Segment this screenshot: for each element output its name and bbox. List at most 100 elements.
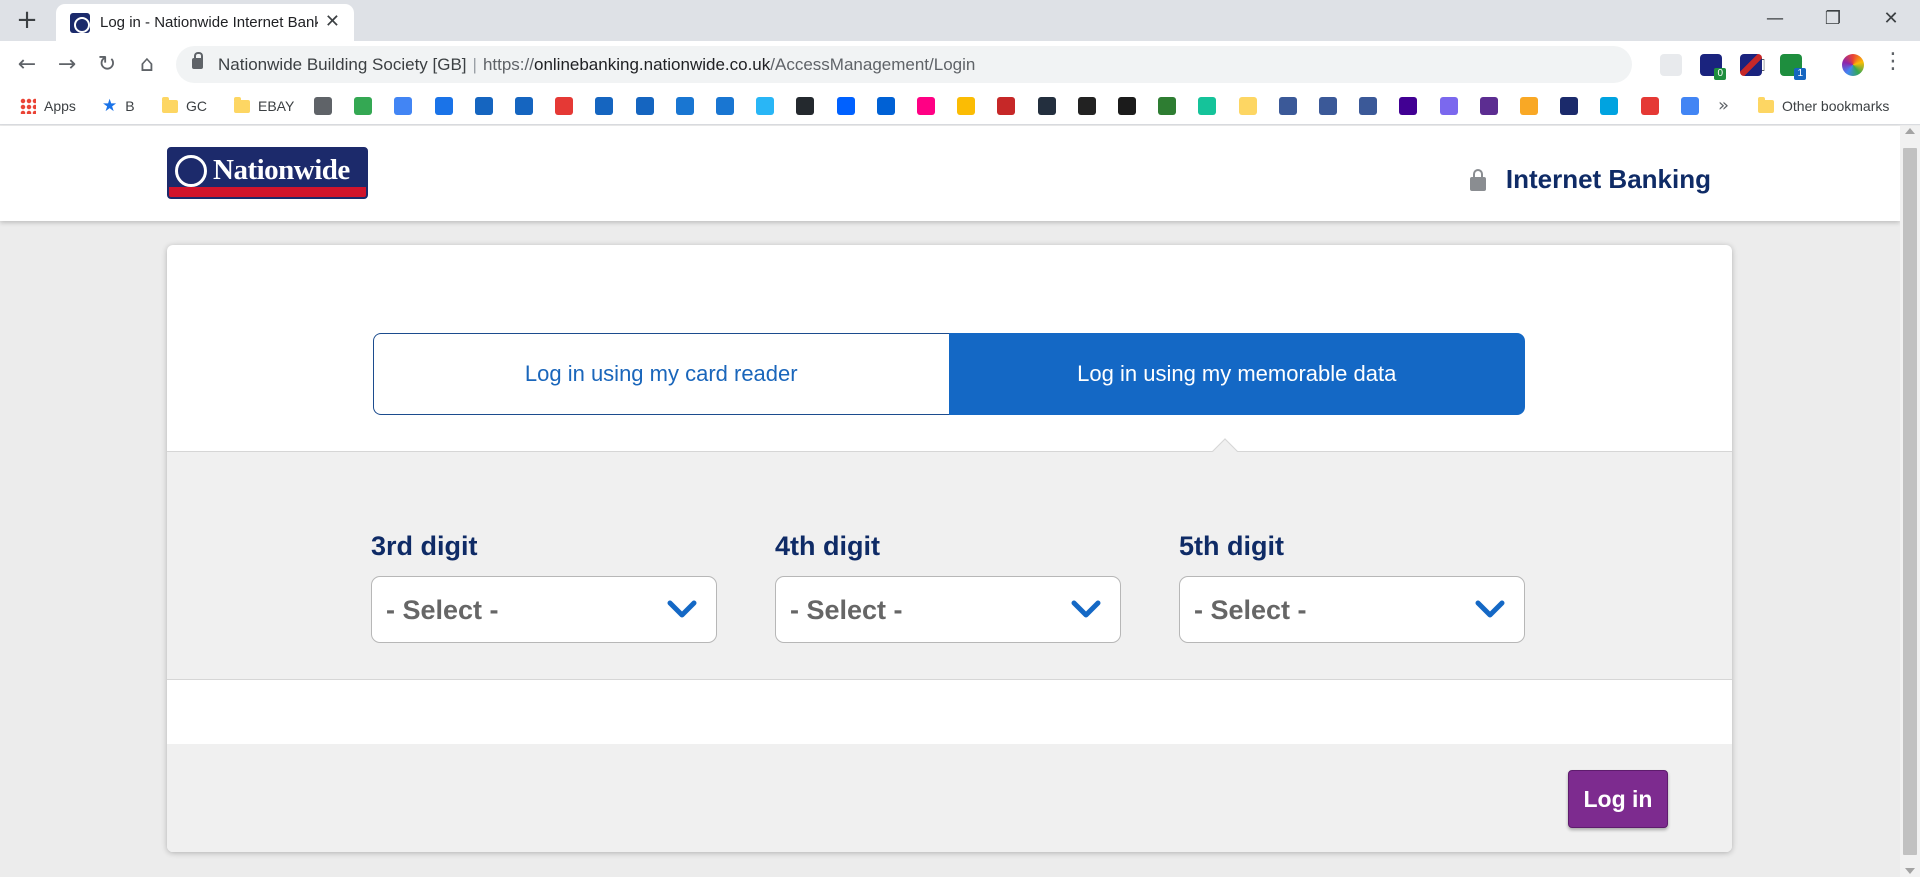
uk-flag-icon[interactable]: [1740, 54, 1762, 76]
bookmark-label: EBAY: [258, 98, 295, 114]
bookmark-favicon-icon[interactable]: [1479, 97, 1498, 115]
close-window-button[interactable]: ✕: [1868, 4, 1914, 34]
bookmark-favicon-icon[interactable]: [716, 97, 734, 115]
login-card: Log in using my card reader Log in using…: [167, 245, 1732, 852]
bookmark-favicon-icon[interactable]: [1680, 97, 1699, 115]
address-bar[interactable]: Nationwide Building Society [GB] | https:/…: [176, 46, 1804, 83]
bookmark-favicon-icon[interactable]: [595, 97, 614, 115]
bookmark-favicon-icon[interactable]: [314, 97, 332, 115]
bookmark-favicon-icon[interactable]: [434, 97, 453, 115]
bookmark-apps[interactable]: Apps: [20, 96, 76, 116]
chevron-down-icon: [1475, 600, 1505, 618]
bookmark-favicon-icon[interactable]: [394, 97, 413, 115]
url-path: /AccessManagement/Login: [770, 55, 976, 74]
scroll-up-arrow-icon[interactable]: [1905, 128, 1915, 134]
page-scrollbar[interactable]: [1900, 126, 1920, 877]
bookmark-favicon-icon[interactable]: [635, 97, 654, 115]
bookmark-favicon-icon[interactable]: [836, 97, 855, 115]
site-identity: Nationwide Building Society [GB]: [218, 55, 467, 74]
bookmark-favicon-icon[interactable]: [1600, 97, 1619, 115]
tab-strip: + Log in - Nationwide Internet Banking ✕…: [0, 0, 1920, 41]
bookmark-favicon-icon[interactable]: [957, 97, 976, 115]
fourth-digit-select[interactable]: - Select -: [775, 576, 1121, 643]
bookmark-folder-ebay[interactable]: EBAY: [234, 96, 294, 116]
bookmark-favicon-icon[interactable]: [756, 97, 775, 115]
bookmark-favicon-icon[interactable]: [997, 97, 1016, 115]
bookmark-favicon-icon[interactable]: [555, 97, 574, 115]
bookmark-favicon-icon[interactable]: [1198, 97, 1217, 115]
address-separator: |: [472, 55, 477, 74]
bookmark-favicon-icon[interactable]: [1319, 97, 1337, 115]
extension-flag-icon[interactable]: 0: [1700, 54, 1726, 80]
nationwide-logo[interactable]: Nationwide: [167, 147, 368, 199]
bookmark-favicon-icon[interactable]: [1238, 97, 1257, 115]
bookmark-favicon-icon[interactable]: [917, 97, 935, 115]
bookmark-favicon-icon[interactable]: [1278, 97, 1297, 115]
tab-pointer: [1212, 438, 1238, 464]
login-method-toggle: Log in using my card reader Log in using…: [373, 333, 1525, 415]
bookmark-folder-other[interactable]: Other bookmarks: [1758, 96, 1889, 116]
home-button[interactable]: ⌂: [132, 50, 162, 80]
card-reader-tab[interactable]: Log in using my card reader: [373, 333, 949, 415]
chrome-profile-icon[interactable]: [1842, 54, 1864, 76]
nationwide-favicon-icon: [70, 13, 90, 33]
scroll-thumb[interactable]: [1903, 148, 1917, 855]
browser-tab-active[interactable]: Log in - Nationwide Internet Banking ✕: [56, 4, 354, 41]
bookmark-folder-gc[interactable]: GC: [162, 96, 207, 116]
page-viewport: Nationwide Internet Banking Log in using…: [0, 126, 1900, 877]
bookmark-favicon-icon[interactable]: [1359, 97, 1378, 115]
bookmark-favicon-icon[interactable]: [1077, 97, 1096, 115]
bookmark-favicon-icon[interactable]: [1158, 97, 1177, 115]
browser-toolbar: ← → ↻ ⌂ Nationwide Building Society [GB]…: [0, 41, 1920, 88]
logo-red-band: [169, 187, 366, 197]
url-scheme: https://: [482, 55, 534, 74]
extension-1-icon[interactable]: [1660, 54, 1682, 76]
third-digit-select[interactable]: - Select -: [371, 576, 717, 643]
tab-close-icon[interactable]: ✕: [325, 11, 340, 32]
address-text[interactable]: Nationwide Building Society [GB] | https:/…: [218, 55, 975, 75]
bookmark-favicon-icon[interactable]: [796, 97, 815, 115]
bookmark-favicon-icon[interactable]: [515, 97, 533, 115]
extension-badge: 0: [1714, 68, 1726, 80]
bookmark-favicon-icon[interactable]: [675, 97, 694, 115]
bookmark-label: Apps: [44, 98, 76, 114]
scroll-down-arrow-icon[interactable]: [1905, 868, 1915, 874]
star-icon: ★: [102, 96, 118, 116]
padlock-icon: [1469, 168, 1486, 191]
bookmark-favicon-icon[interactable]: [1399, 97, 1418, 115]
bookmark-favicon-icon[interactable]: [474, 97, 493, 115]
bookmark-favicon-icon[interactable]: [876, 97, 895, 115]
fifth-digit-select[interactable]: - Select -: [1179, 576, 1525, 643]
memorable-data-tab[interactable]: Log in using my memorable data: [948, 333, 1525, 415]
bookmark-favicon-icon[interactable]: [1439, 97, 1458, 115]
plus-icon: +: [16, 5, 38, 35]
apps-grid-icon: [20, 98, 36, 114]
bookmark-favicon-icon[interactable]: [354, 97, 373, 115]
logo-text: Nationwide: [213, 154, 350, 186]
more-bookmarks-icon[interactable]: »: [1718, 95, 1729, 116]
new-tab-button[interactable]: +: [12, 5, 42, 35]
select-value: - Select -: [1194, 595, 1307, 625]
bookmark-favicon-icon[interactable]: [1037, 97, 1056, 115]
bookmark-favicon-icon[interactable]: [1640, 97, 1659, 115]
bookmark-b[interactable]: ★ B: [102, 96, 135, 116]
bookmark-favicon-icon[interactable]: [1560, 97, 1579, 115]
minimize-button[interactable]: —: [1752, 4, 1798, 34]
digit-group-5th: 5th digit - Select -: [1179, 531, 1525, 643]
extension-s-icon[interactable]: 1: [1780, 54, 1806, 80]
log-in-button[interactable]: Log in: [1568, 770, 1668, 828]
restore-button[interactable]: ❐: [1810, 4, 1856, 34]
extension-badge: 1: [1794, 68, 1806, 80]
digit-group-3rd: 3rd digit - Select -: [371, 531, 717, 643]
folder-icon: [234, 96, 250, 113]
browser-menu-icon[interactable]: ⋮: [1882, 49, 1904, 74]
forward-button[interactable]: →: [52, 50, 82, 80]
folder-icon: [162, 96, 178, 113]
bookmark-favicon-icon[interactable]: [1520, 97, 1538, 115]
lock-icon[interactable]: [192, 52, 203, 69]
bookmark-favicon-icon[interactable]: [1118, 97, 1136, 115]
select-value: - Select -: [386, 595, 499, 625]
back-button[interactable]: ←: [12, 50, 42, 80]
reload-button[interactable]: ↻: [92, 50, 122, 80]
digit-label: 4th digit: [775, 531, 880, 561]
